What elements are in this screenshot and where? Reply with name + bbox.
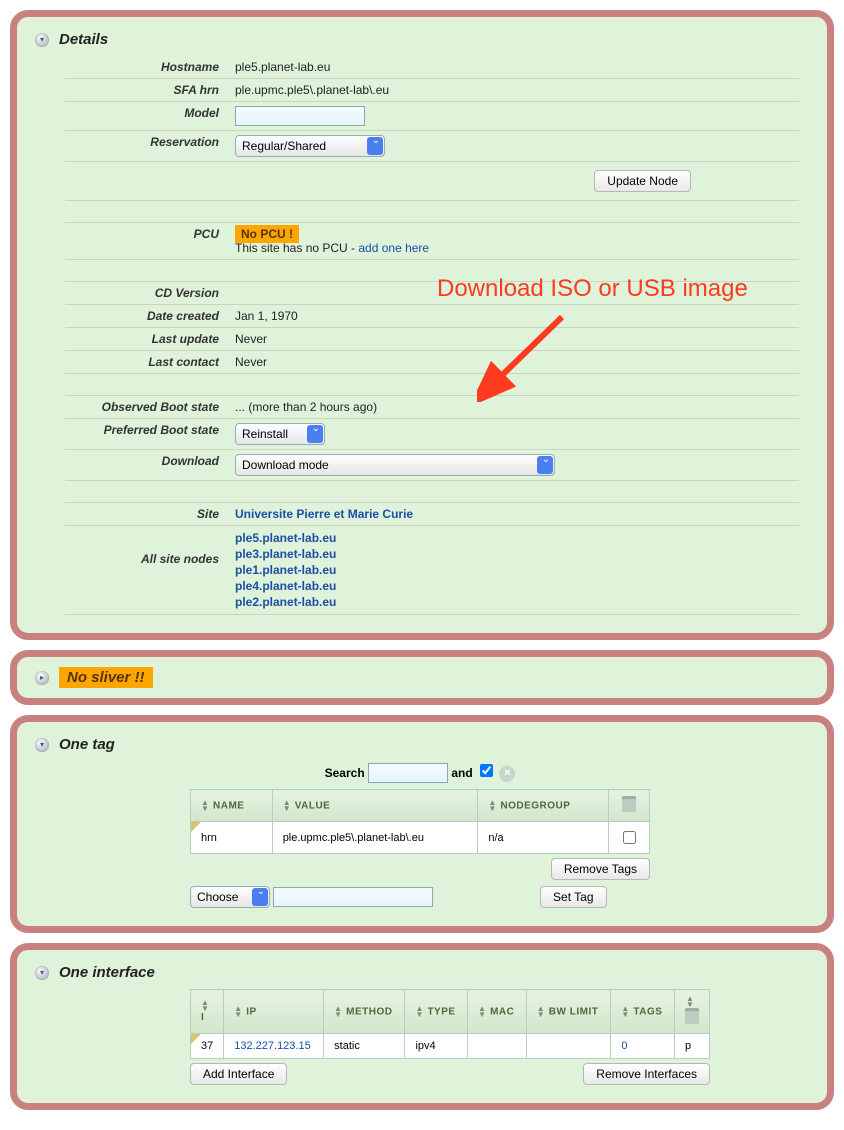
allnodes-label: All site nodes xyxy=(65,530,235,610)
iface-p: p xyxy=(675,1034,710,1059)
reservation-select[interactable]: Regular/Shared xyxy=(235,135,385,157)
tags-title: One tag xyxy=(59,736,115,753)
tags-panel: ▾ One tag Search and × ▲▼NAME ▲▼VALUE ▲▼… xyxy=(10,715,834,933)
iface-method: static xyxy=(324,1034,405,1059)
iface-i: 37 xyxy=(201,1040,213,1052)
node-link[interactable]: ple5.planet-lab.eu xyxy=(235,531,336,545)
col-method[interactable]: ▲▼METHOD xyxy=(324,990,405,1034)
col-i[interactable]: ▲▼I xyxy=(191,990,224,1034)
cdversion-label: CD Version xyxy=(65,286,235,300)
lastupdate-label: Last update xyxy=(65,332,235,346)
pcu-text: This site has no PCU - xyxy=(235,241,358,255)
lastcontact-value: Never xyxy=(235,355,799,369)
remove-tags-button[interactable]: Remove Tags xyxy=(551,858,650,880)
preferred-boot-select[interactable]: Reinstall xyxy=(235,423,325,445)
col-delete: ▲▼ xyxy=(675,990,710,1034)
iface-type: ipv4 xyxy=(405,1034,468,1059)
trash-icon xyxy=(685,1008,699,1024)
node-link[interactable]: ple4.planet-lab.eu xyxy=(235,579,336,593)
tag-name: hrn xyxy=(201,832,217,844)
interface-title: One interface xyxy=(59,964,155,981)
remove-interfaces-button[interactable]: Remove Interfaces xyxy=(583,1063,710,1085)
hostname-value: ple5.planet-lab.eu xyxy=(235,60,799,74)
col-ip[interactable]: ▲▼IP xyxy=(224,990,324,1034)
collapse-icon[interactable]: ▾ xyxy=(35,966,49,980)
iface-mac xyxy=(468,1034,527,1059)
reservation-label: Reservation xyxy=(65,135,235,157)
model-label: Model xyxy=(65,106,235,126)
observed-value: ... (more than 2 hours ago) xyxy=(235,400,799,414)
sfa-label: SFA hrn xyxy=(65,83,235,97)
add-interface-button[interactable]: Add Interface xyxy=(190,1063,287,1085)
col-type[interactable]: ▲▼TYPE xyxy=(405,990,468,1034)
datecreated-label: Date created xyxy=(65,309,235,323)
update-node-button[interactable]: Update Node xyxy=(594,170,691,192)
collapse-icon[interactable]: ▾ xyxy=(35,738,49,752)
col-delete xyxy=(609,790,650,822)
col-name[interactable]: ▲▼NAME xyxy=(191,790,273,822)
tags-table: ▲▼NAME ▲▼VALUE ▲▼NODEGROUP hrn ple.upmc.… xyxy=(190,789,650,854)
and-checkbox[interactable] xyxy=(480,764,493,777)
node-link[interactable]: ple2.planet-lab.eu xyxy=(235,595,336,609)
download-label: Download xyxy=(65,454,235,476)
add-pcu-link[interactable]: add one here xyxy=(358,241,429,255)
expand-icon[interactable]: ▸ xyxy=(35,671,49,685)
observed-label: Observed Boot state xyxy=(65,400,235,414)
col-bw[interactable]: ▲▼BW LIMIT xyxy=(526,990,611,1034)
clear-icon[interactable]: × xyxy=(499,766,515,782)
preferred-label: Preferred Boot state xyxy=(65,423,235,445)
datecreated-value: Jan 1, 1970 xyxy=(235,309,799,323)
choose-select[interactable]: Choose xyxy=(190,886,270,908)
site-link[interactable]: Universite Pierre et Marie Curie xyxy=(235,507,413,521)
search-input[interactable] xyxy=(368,763,448,783)
interface-panel: ▾ One interface ▲▼I ▲▼IP ▲▼METHOD ▲▼TYPE… xyxy=(10,943,834,1110)
collapse-icon[interactable]: ▾ xyxy=(35,33,49,47)
tag-value: ple.upmc.ple5\.planet-lab\.eu xyxy=(272,822,478,854)
node-list: ple5.planet-lab.eu ple3.planet-lab.eu pl… xyxy=(235,530,799,610)
table-row: hrn ple.upmc.ple5\.planet-lab\.eu n/a xyxy=(191,822,650,854)
interface-table: ▲▼I ▲▼IP ▲▼METHOD ▲▼TYPE ▲▼MAC ▲▼BW LIMI… xyxy=(190,989,710,1059)
col-group[interactable]: ▲▼NODEGROUP xyxy=(478,790,609,822)
details-panel: ▾ Details Hostname ple5.planet-lab.eu SF… xyxy=(10,10,834,640)
trash-icon xyxy=(622,796,636,812)
table-row: 37 132.227.123.15 static ipv4 0 p xyxy=(191,1034,710,1059)
row-checkbox[interactable] xyxy=(623,831,636,844)
sliver-panel: ▸ No sliver !! xyxy=(10,650,834,705)
node-link[interactable]: ple1.planet-lab.eu xyxy=(235,563,336,577)
site-label: Site xyxy=(65,507,235,521)
lastupdate-value: Never xyxy=(235,332,799,346)
col-value[interactable]: ▲▼VALUE xyxy=(272,790,478,822)
sliver-title: No sliver !! xyxy=(59,667,153,688)
iface-bw xyxy=(526,1034,611,1059)
iface-tags[interactable]: 0 xyxy=(621,1040,627,1052)
set-tag-button[interactable]: Set Tag xyxy=(540,886,606,908)
node-link[interactable]: ple3.planet-lab.eu xyxy=(235,547,336,561)
search-label: Search xyxy=(325,766,365,780)
hostname-label: Hostname xyxy=(65,60,235,74)
sfa-value: ple.upmc.ple5\.planet-lab\.eu xyxy=(235,83,799,97)
pcu-label: PCU xyxy=(65,227,235,255)
lastcontact-label: Last contact xyxy=(65,355,235,369)
details-title: Details xyxy=(59,31,108,48)
col-mac[interactable]: ▲▼MAC xyxy=(468,990,527,1034)
iface-ip[interactable]: 132.227.123.15 xyxy=(234,1040,310,1052)
col-tags[interactable]: ▲▼TAGS xyxy=(611,990,675,1034)
and-label: and xyxy=(451,766,472,780)
tag-group: n/a xyxy=(478,822,609,854)
model-input[interactable] xyxy=(235,106,365,126)
tag-value-input[interactable] xyxy=(273,887,433,907)
download-select[interactable]: Download mode xyxy=(235,454,555,476)
cdversion-value xyxy=(235,286,799,300)
